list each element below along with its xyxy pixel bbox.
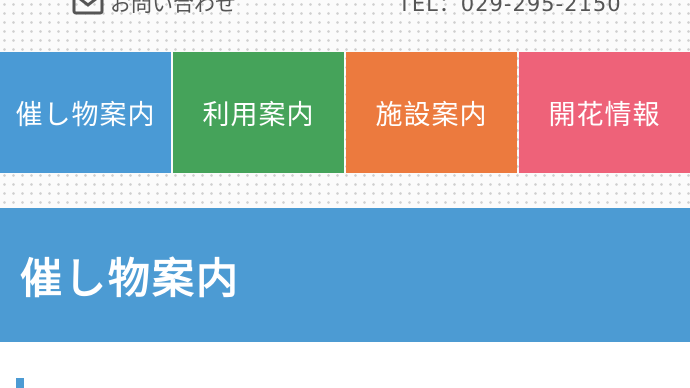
tel-number[interactable]: TEL：029-295-2150 — [398, 0, 622, 20]
page-title: 催し物案内 — [20, 253, 241, 303]
nav-item-usage-guide[interactable]: 利用案内 — [173, 52, 344, 173]
section-header: 催し物案内 — [0, 208, 690, 342]
page: お問い合わせ TEL：029-295-2150 催し物案内 利用案内 施設案内 … — [0, 0, 690, 388]
nav-item-label: 催し物案内 — [15, 100, 156, 131]
main-nav: 催し物案内 利用案内 施設案内 開花情報 — [0, 52, 690, 173]
top-bar: お問い合わせ TEL：029-295-2150 — [0, 0, 690, 20]
nav-item-label: 開花情報 — [548, 100, 661, 131]
contact-label: お問い合わせ — [110, 0, 236, 16]
nav-item-label: 施設案内 — [375, 100, 488, 131]
nav-item-events[interactable]: 催し物案内 — [0, 52, 171, 173]
nav-item-bloom-info[interactable]: 開花情報 — [519, 52, 690, 173]
contact-link[interactable]: お問い合わせ — [72, 0, 236, 20]
nav-item-label: 利用案内 — [202, 100, 315, 131]
nav-item-facility-guide[interactable]: 施設案内 — [346, 52, 517, 173]
mail-icon — [72, 0, 104, 15]
content-area — [0, 342, 690, 388]
heading-marker — [16, 378, 24, 388]
